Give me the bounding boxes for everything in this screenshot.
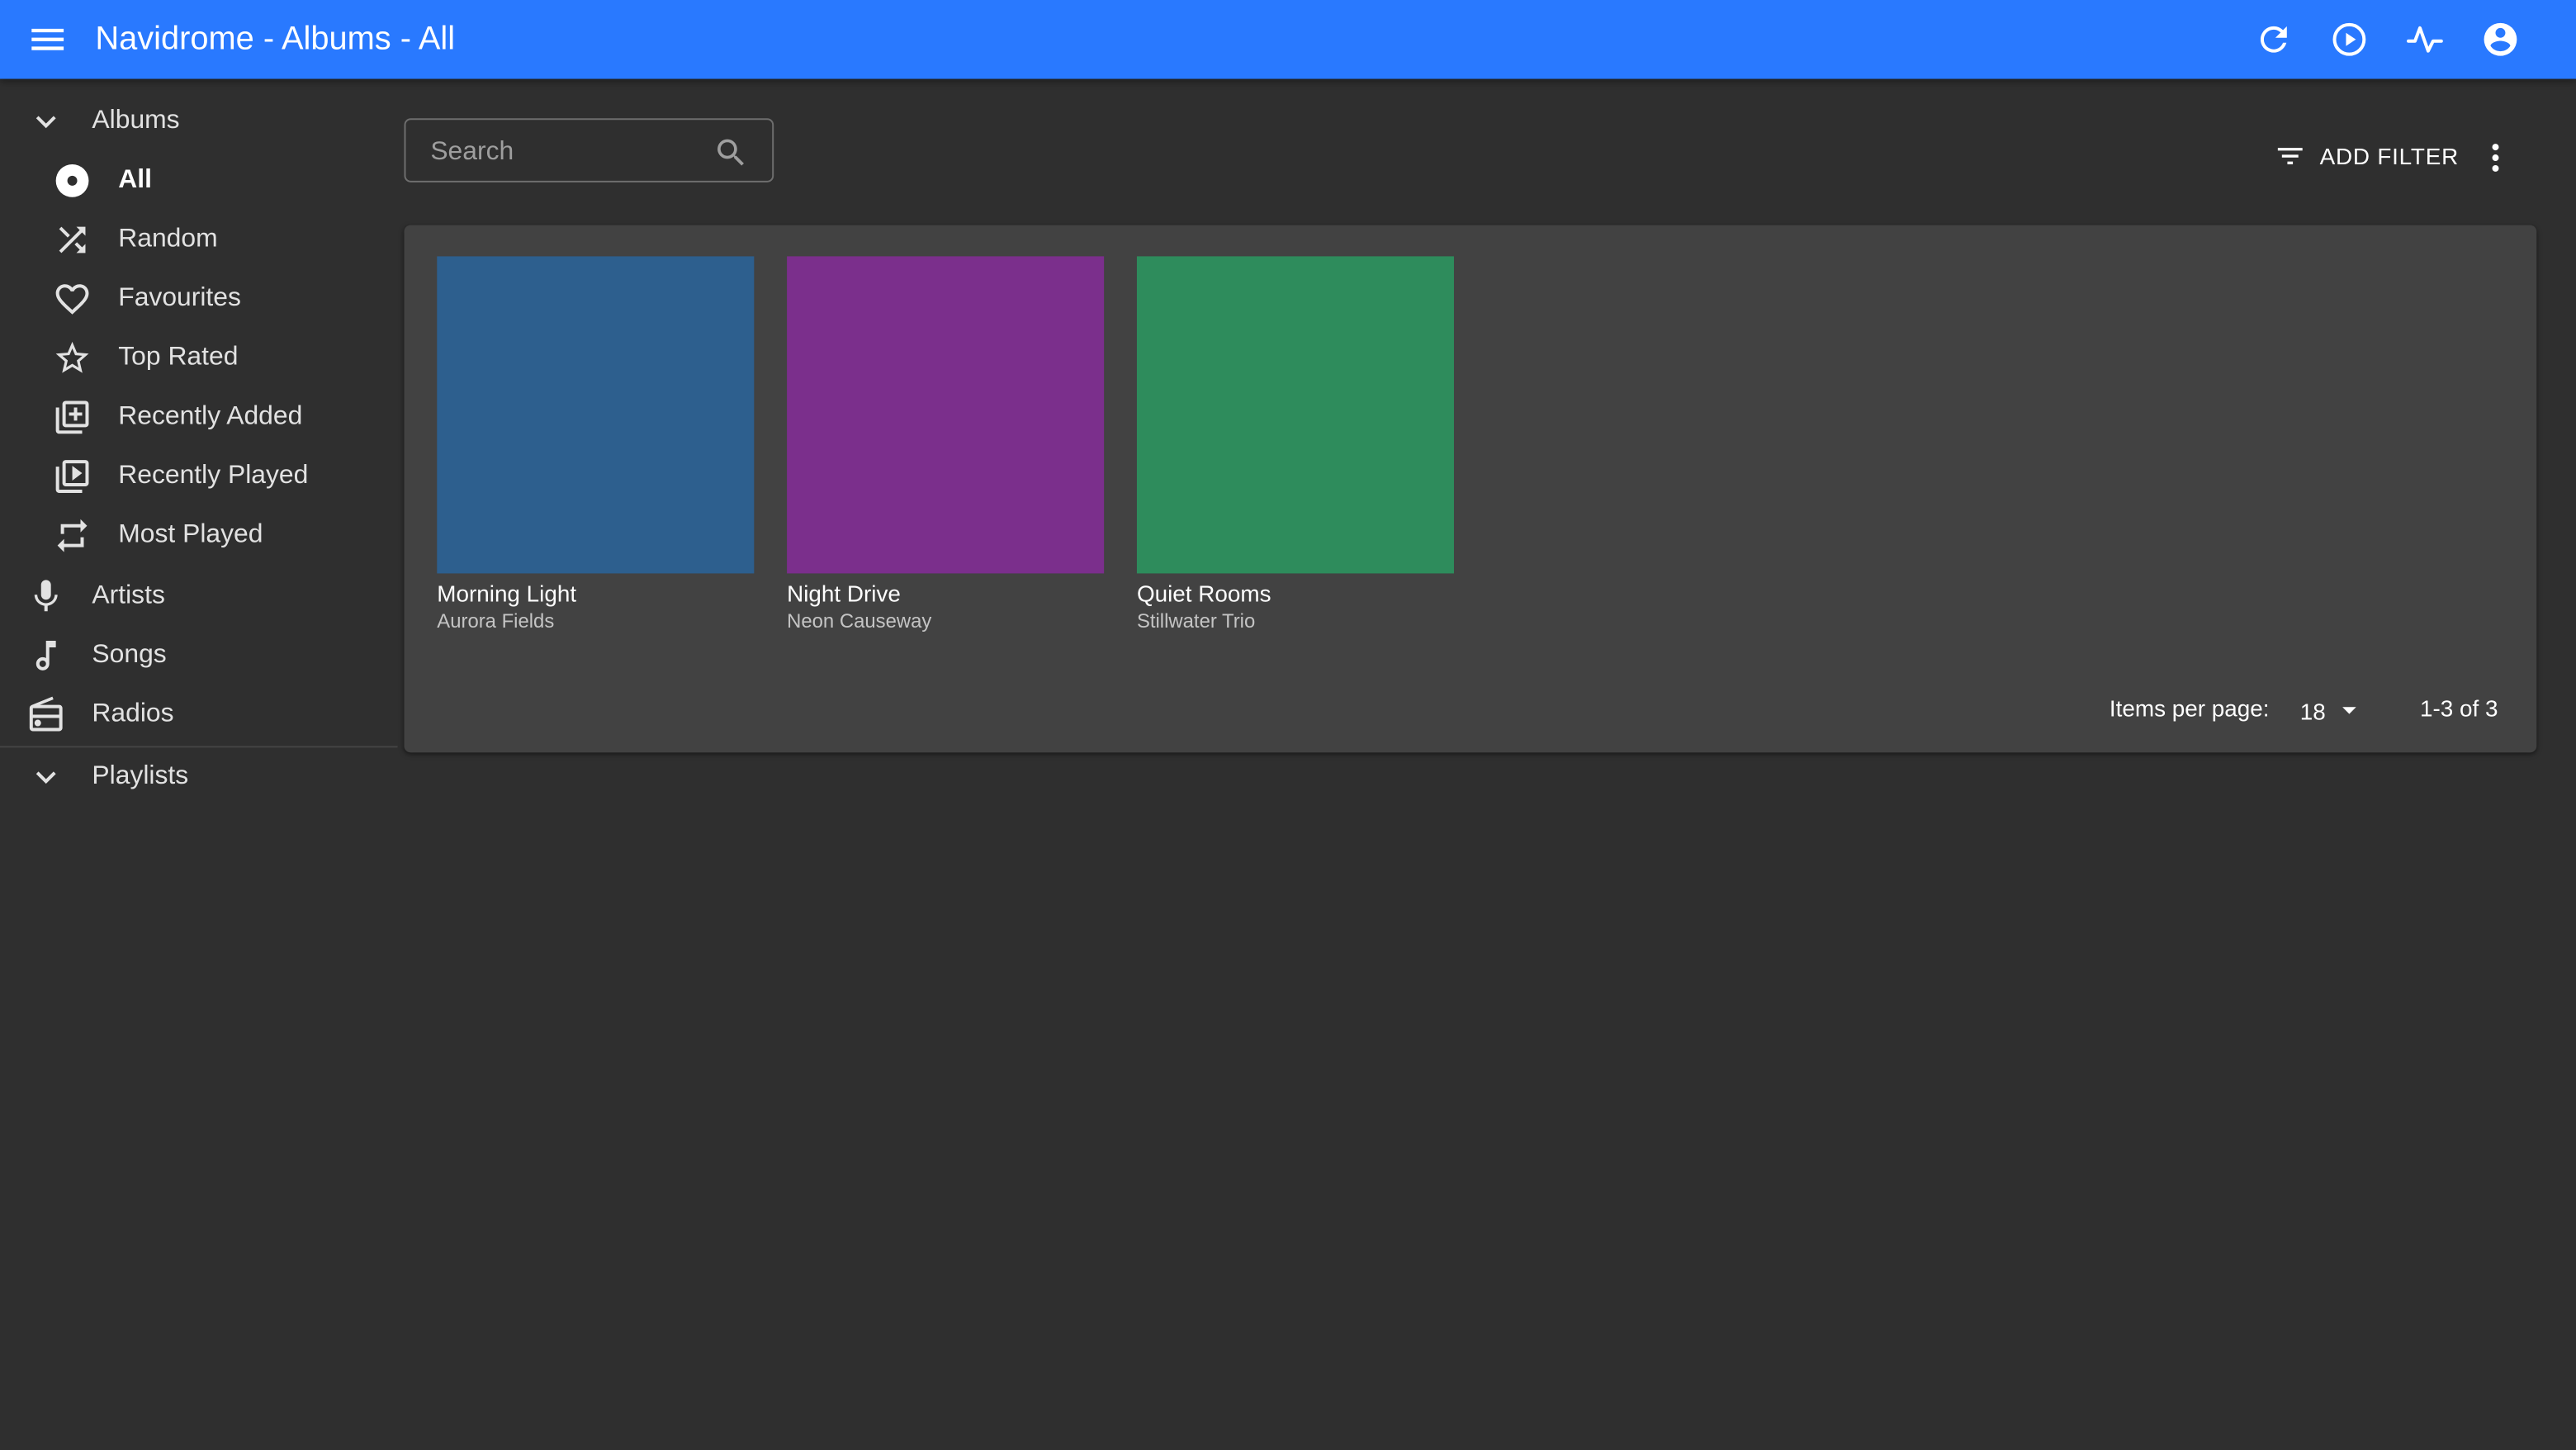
- chevron-down-icon: [26, 102, 66, 141]
- sidebar-item-songs[interactable]: Songs: [0, 626, 398, 685]
- app-bar-actions: [2254, 20, 2520, 59]
- sidebar-item-random[interactable]: Random: [0, 211, 398, 270]
- star-icon: [53, 339, 92, 378]
- sidebar-item-label: Random: [118, 225, 218, 254]
- refresh-icon[interactable]: [2254, 20, 2294, 59]
- album-artist[interactable]: Aurora Fields: [437, 608, 754, 634]
- repeat-icon: [53, 516, 92, 556]
- radio-icon: [26, 695, 66, 735]
- microphone-icon: [26, 576, 66, 616]
- album-tile[interactable]: Night Drive Neon Causeway: [787, 256, 1105, 634]
- album-tile[interactable]: Morning Light Aurora Fields: [437, 256, 755, 634]
- sidebar-item-artists[interactable]: Artists: [0, 566, 398, 626]
- sidebar-item-most-played[interactable]: Most Played: [0, 506, 398, 566]
- sidebar-item-label: Songs: [92, 641, 167, 669]
- play-circle-icon[interactable]: [2330, 20, 2370, 59]
- add-filter-button[interactable]: ADD FILTER: [2267, 135, 2459, 178]
- album-artist[interactable]: Neon Causeway: [787, 608, 1104, 634]
- album-title[interactable]: Morning Light: [437, 578, 754, 608]
- video-library-icon: [53, 457, 92, 496]
- activity-icon[interactable]: [2405, 20, 2445, 59]
- items-per-page-value: 18: [2299, 697, 2326, 724]
- album-cover[interactable]: [1136, 256, 1454, 574]
- account-circle-icon[interactable]: [2481, 20, 2521, 59]
- sidebar-group-playlists[interactable]: Playlists: [0, 747, 398, 807]
- search-field: [404, 118, 774, 182]
- sidebar-item-label: Artists: [92, 581, 165, 610]
- sidebar-item-favourites[interactable]: Favourites: [0, 269, 398, 329]
- sidebar-item-recently-played[interactable]: Recently Played: [0, 447, 398, 506]
- search-icon[interactable]: [713, 135, 750, 171]
- album-title[interactable]: Night Drive: [787, 578, 1104, 608]
- sidebar: Albums All Random Favourites Top Rated R…: [0, 79, 398, 1443]
- menu-icon[interactable]: [26, 18, 69, 61]
- add-filter-label: ADD FILTER: [2319, 143, 2460, 169]
- search-input[interactable]: [427, 133, 713, 173]
- sidebar-group-label: Albums: [92, 107, 180, 135]
- more-vert-icon[interactable]: [2476, 138, 2516, 178]
- sidebar-item-all[interactable]: All: [0, 151, 398, 211]
- library-add-icon: [53, 398, 92, 438]
- chevron-down-icon: [26, 757, 66, 797]
- items-per-page-select[interactable]: 18: [2300, 695, 2365, 727]
- sidebar-item-label: Recently Added: [118, 402, 303, 431]
- heart-icon: [53, 279, 92, 319]
- sidebar-item-label: All: [118, 165, 152, 194]
- album-tile[interactable]: Quiet Rooms Stillwater Trio: [1136, 256, 1454, 634]
- album-cover[interactable]: [787, 256, 1105, 574]
- album-artist[interactable]: Stillwater Trio: [1137, 608, 1454, 634]
- filter-list-icon: [2274, 140, 2307, 173]
- sidebar-item-radios[interactable]: Radios: [0, 685, 398, 745]
- album-icon: [53, 161, 92, 201]
- pagination: Items per page: 18 1-3 of 3: [404, 695, 2536, 728]
- pagination-range: 1-3 of 3: [2419, 694, 2498, 722]
- sidebar-group-albums[interactable]: Albums: [0, 92, 398, 151]
- sidebar-item-recently-added[interactable]: Recently Added: [0, 388, 398, 448]
- app-bar: Navidrome - Albums - All: [0, 0, 2576, 79]
- sidebar-item-label: Radios: [92, 699, 174, 728]
- sidebar-item-label: Top Rated: [118, 343, 239, 372]
- sidebar-item-label: Recently Played: [118, 462, 309, 490]
- sidebar-item-label: Most Played: [118, 520, 263, 549]
- items-per-page-label: Items per page:: [2109, 694, 2270, 722]
- sidebar-item-top-rated[interactable]: Top Rated: [0, 329, 398, 388]
- page-title: Navidrome - Albums - All: [95, 21, 456, 58]
- album-title[interactable]: Quiet Rooms: [1137, 578, 1454, 608]
- arrow-drop-down-icon: [2332, 694, 2365, 727]
- shuffle-icon: [53, 220, 92, 260]
- sidebar-group-label: Playlists: [92, 762, 189, 791]
- sidebar-item-label: Favourites: [118, 284, 241, 313]
- music-note-icon: [26, 636, 66, 675]
- album-cover[interactable]: [437, 256, 755, 574]
- album-grid-panel: Morning Light Aurora Fields Night Drive …: [404, 225, 2537, 753]
